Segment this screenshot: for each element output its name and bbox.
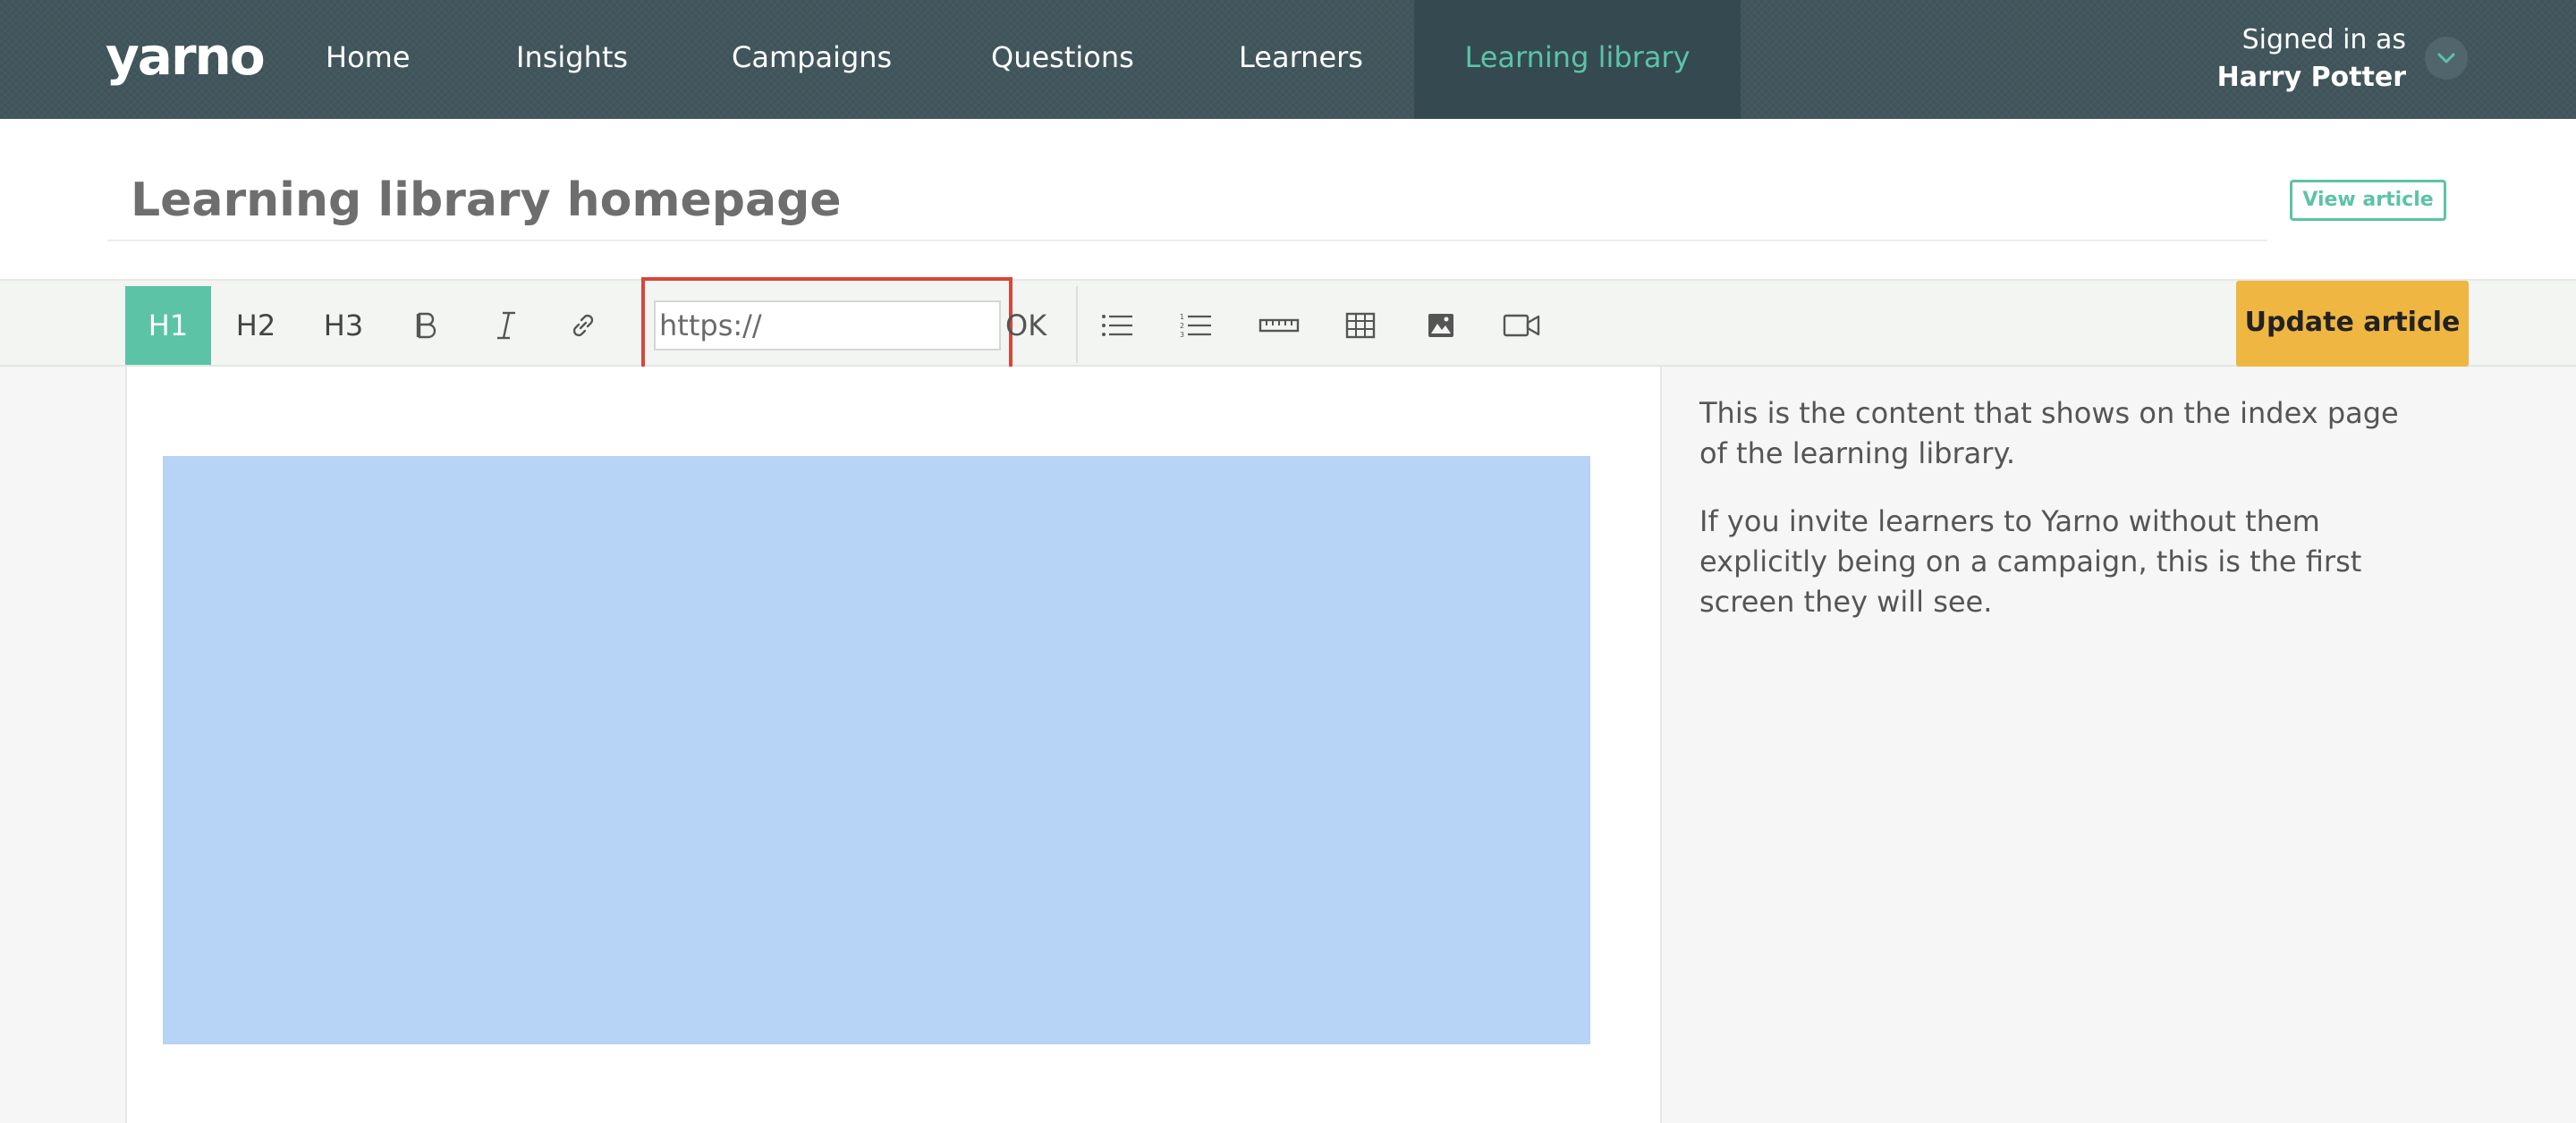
nav-learning-library[interactable]: Learning library bbox=[1414, 0, 1741, 119]
help-paragraph: This is the content that shows on the in… bbox=[1699, 396, 2399, 470]
top-navigation: yarno Home Insights Campaigns Questions … bbox=[0, 0, 2576, 119]
help-paragraph: If you invite learners to Yarno without … bbox=[1699, 504, 2362, 619]
heading-2-button[interactable]: H2 bbox=[215, 286, 297, 365]
svg-text:1: 1 bbox=[1180, 313, 1184, 321]
ruler-icon bbox=[1258, 318, 1300, 333]
bullet-list-button[interactable] bbox=[1097, 286, 1138, 365]
chevron-down-icon bbox=[2437, 53, 2455, 63]
svg-text:2: 2 bbox=[1180, 322, 1184, 330]
nav-home[interactable]: Home bbox=[326, 0, 411, 119]
link-icon bbox=[572, 314, 594, 337]
page-title[interactable]: Learning library homepage bbox=[131, 169, 842, 232]
svg-text:3: 3 bbox=[1180, 331, 1184, 339]
heading-3-button[interactable]: H3 bbox=[302, 286, 385, 365]
yarno-logo[interactable]: yarno bbox=[106, 25, 266, 88]
bold-button[interactable] bbox=[404, 286, 447, 365]
bold-icon bbox=[416, 312, 436, 339]
numbered-list-icon: 1 2 3 bbox=[1180, 313, 1211, 339]
toolbar-divider bbox=[1076, 286, 1078, 363]
image-icon bbox=[1428, 314, 1453, 337]
heading-1-button[interactable]: H1 bbox=[125, 286, 211, 365]
italic-icon bbox=[497, 311, 515, 340]
insert-video-button[interactable] bbox=[1499, 286, 1544, 365]
table-button[interactable] bbox=[1340, 286, 1381, 365]
view-article-button[interactable]: View article bbox=[2290, 180, 2446, 221]
nav-insights[interactable]: Insights bbox=[516, 0, 628, 119]
embedded-image[interactable] bbox=[163, 456, 1590, 1044]
insert-image-button[interactable] bbox=[1420, 286, 1462, 365]
italic-button[interactable] bbox=[485, 286, 528, 365]
user-name[interactable]: Harry Potter bbox=[2217, 59, 2406, 97]
nav-learners[interactable]: Learners bbox=[1239, 0, 1363, 119]
url-input[interactable] bbox=[654, 300, 1001, 350]
user-menu-button[interactable] bbox=[2425, 37, 2468, 80]
signed-in-info: Signed in as Harry Potter bbox=[2217, 21, 2406, 97]
bullet-list-icon bbox=[1102, 315, 1132, 336]
signed-in-label: Signed in as bbox=[2241, 24, 2406, 55]
horizontal-rule-button[interactable] bbox=[1256, 286, 1302, 365]
help-text: This is the content that shows on the in… bbox=[1699, 393, 2433, 650]
table-icon bbox=[1345, 312, 1376, 339]
video-icon bbox=[1503, 314, 1540, 337]
title-band: Learning library homepage View article bbox=[0, 119, 2576, 281]
nav-campaigns[interactable]: Campaigns bbox=[732, 0, 892, 119]
nav-questions[interactable]: Questions bbox=[991, 0, 1134, 119]
link-button[interactable] bbox=[562, 286, 605, 365]
update-article-button[interactable]: Update article bbox=[2236, 281, 2469, 367]
numbered-list-button[interactable]: 1 2 3 bbox=[1175, 286, 1216, 365]
ok-button[interactable]: OK bbox=[1005, 286, 1046, 365]
title-underline bbox=[107, 240, 2267, 241]
